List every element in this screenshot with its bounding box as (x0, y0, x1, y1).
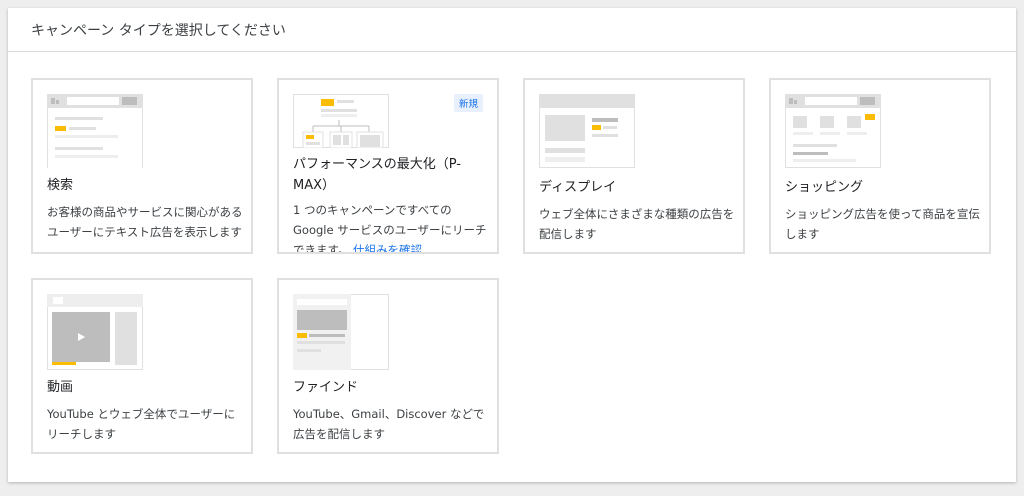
card-pmax-title: パフォーマンスの最大化（P-MAX） (293, 157, 461, 193)
card-pmax-description-block: 1 つのキャンペーンですべての Google サービスのユーザーにリーチできます… (293, 200, 489, 252)
discover-illustration (293, 294, 389, 370)
card-shopping-description: ショッピング広告を使って商品を宣伝します (785, 207, 980, 241)
display-illustration (539, 94, 635, 168)
card-display-description: ウェブ全体にさまざまな種類の広告を配信します (539, 207, 735, 241)
card-discover-description: YouTube、Gmail、Discover などで広告を配信します (293, 407, 485, 441)
card-display-title: ディスプレイ (539, 180, 617, 195)
pmax-illustration (293, 94, 389, 148)
card-display[interactable]: ディスプレイ ウェブ全体にさまざまな種類の広告を配信します (523, 78, 745, 254)
card-video-title: 動画 (47, 380, 74, 395)
card-search-title: 検索 (47, 178, 74, 193)
card-shopping-title: ショッピング (785, 180, 864, 195)
search-illustration (47, 94, 143, 168)
dialog-title: キャンペーン タイプを選択してください (31, 22, 286, 39)
card-search-description: お客様の商品やサービスに関心があるユーザーにテキスト広告を表示します (47, 205, 243, 239)
card-video[interactable]: 動画 YouTube とウェブ全体でユーザーにリーチします (31, 278, 253, 454)
card-shopping[interactable]: ショッピング ショッピング広告を使って商品を宣伝します (769, 78, 991, 254)
card-search[interactable]: 検索 お客様の商品やサービスに関心があるユーザーにテキスト広告を表示します (31, 78, 253, 254)
dialog-header: キャンペーン タイプを選択してください (8, 8, 1016, 52)
shopping-illustration (785, 94, 881, 168)
video-illustration (47, 294, 143, 370)
learn-how-link[interactable]: 仕組みを確認 (353, 243, 422, 252)
card-discover-title: ファインド (293, 380, 359, 395)
campaign-type-dialog: キャンペーン タイプを選択してください 検索 お客様の商品やサービスに関心がある… (8, 8, 1016, 482)
card-video-description: YouTube とウェブ全体でユーザーにリーチします (47, 407, 236, 441)
new-badge: 新規 (453, 94, 483, 112)
card-pmax[interactable]: 新規 パフォーマンスの最大化（P-MAX） 1 つのキャンペーンですべての Go… (277, 78, 499, 254)
card-discover[interactable]: ファインド YouTube、Gmail、Discover などで広告を配信します (277, 278, 499, 454)
